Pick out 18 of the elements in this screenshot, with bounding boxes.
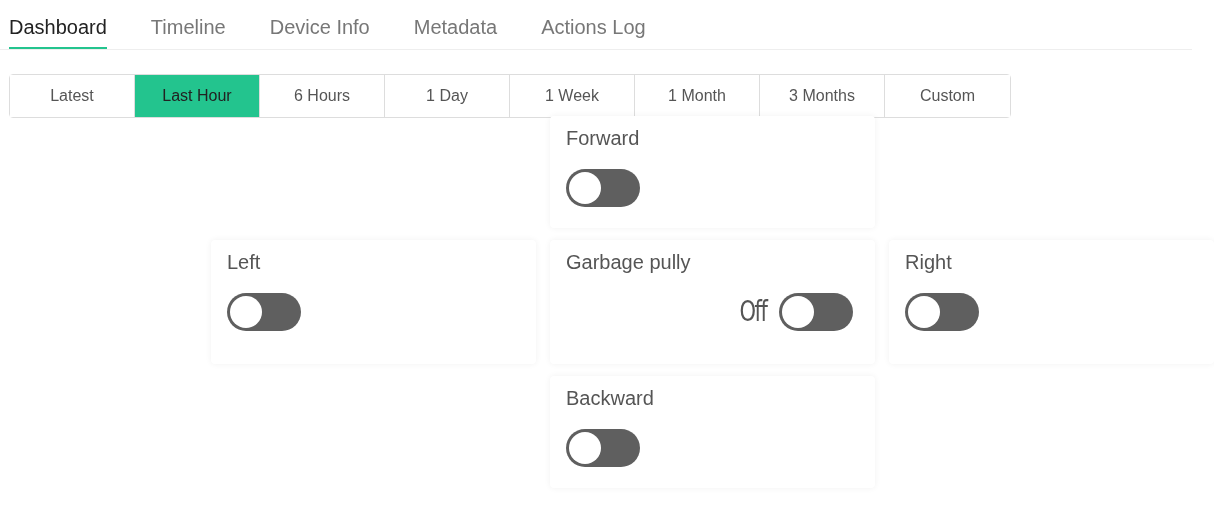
toggle-switch[interactable]: [566, 429, 640, 467]
widget-title: Right: [905, 250, 953, 275]
widget-title: Backward: [566, 386, 655, 411]
toggle-switch[interactable]: [779, 293, 853, 331]
toggle-switch[interactable]: [227, 293, 301, 331]
toggle-switch[interactable]: [905, 293, 979, 331]
tab[interactable]: Dashboard: [9, 0, 107, 49]
tab[interactable]: Device Info: [269, 0, 370, 49]
tab[interactable]: Metadata: [413, 0, 498, 49]
time-range-button[interactable]: Last Hour: [135, 75, 260, 117]
widget-title: Forward: [566, 126, 641, 151]
widget-title: Left: [227, 250, 262, 275]
time-range-button[interactable]: Latest: [10, 75, 135, 117]
status-label: Off: [739, 298, 767, 326]
tab[interactable]: Timeline: [150, 0, 226, 49]
tab[interactable]: Actions Log: [541, 0, 646, 49]
widget-title: Garbage pully: [566, 250, 692, 275]
toggle-switch[interactable]: [566, 169, 640, 207]
